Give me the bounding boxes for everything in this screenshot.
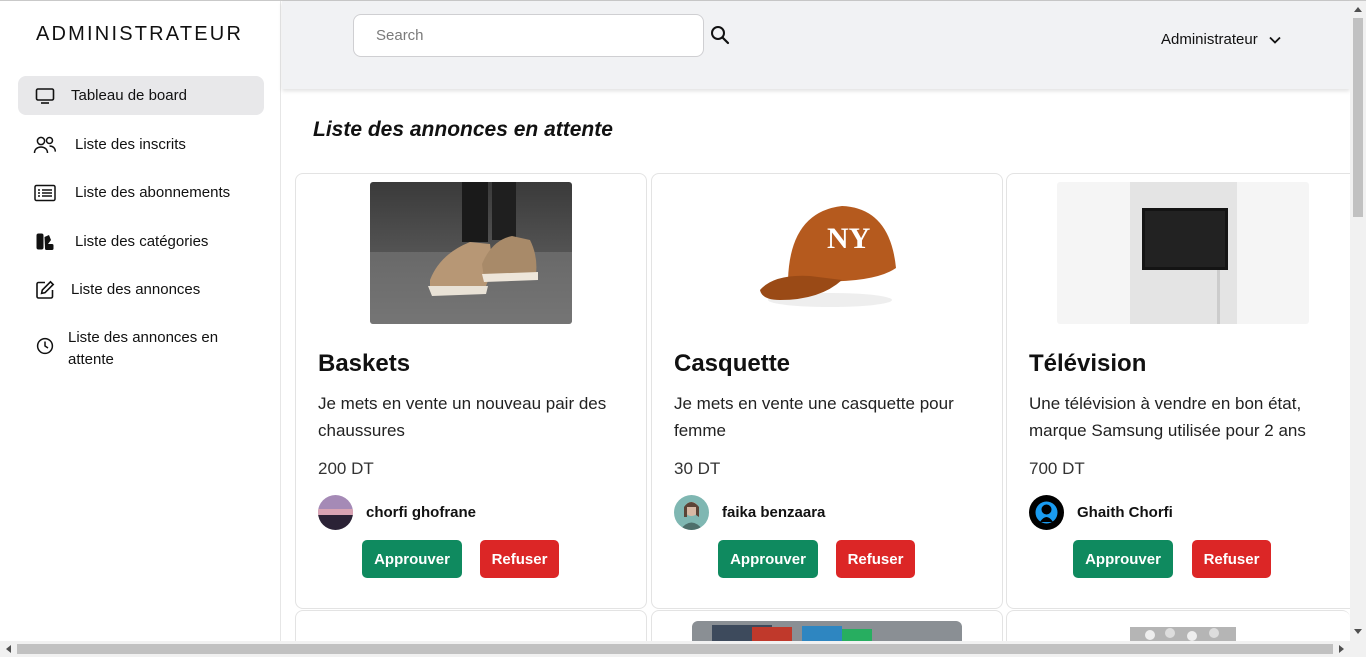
users-icon [33, 133, 57, 157]
seller-info: Ghaith Chorfi [1029, 495, 1173, 530]
svg-text:NY: NY [827, 222, 871, 255]
sidebar-item-label: Tableau de board [71, 86, 187, 104]
monitor-icon [33, 84, 57, 108]
scroll-down-icon[interactable] [1350, 624, 1366, 640]
sidebar-item-annonces[interactable]: Liste des annonces [18, 278, 264, 302]
sidebar-item-label: Liste des inscrits [75, 136, 186, 153]
card-title: Télévision [1029, 350, 1147, 377]
card-title: Baskets [318, 350, 411, 377]
card-description: Une télévision à vendre en bon état, mar… [1029, 394, 1306, 440]
sidebar-item-label: Liste des annonces [71, 281, 201, 298]
scroll-right-icon[interactable] [1334, 641, 1350, 657]
refuse-button[interactable]: Refuser [1192, 540, 1271, 578]
approve-button[interactable]: Approuver [1073, 540, 1173, 578]
approve-button[interactable]: Approuver [362, 540, 462, 578]
seller-info: faika benzaara [674, 495, 825, 530]
sidebar-item-label: Liste des catégories [75, 233, 209, 250]
brand-title: ADMINISTRATEUR [36, 23, 244, 45]
approve-button[interactable]: Approuver [718, 540, 818, 578]
search-input[interactable] [353, 14, 704, 57]
sidebar-item-label: Liste des abonnements [75, 184, 231, 201]
horizontal-scrollbar[interactable] [0, 641, 1366, 657]
sidebar-item-annonces-attente[interactable]: Liste des annonces en attente [18, 327, 264, 371]
refuse-button[interactable]: Refuser [836, 540, 915, 578]
sidebar-item-dashboard[interactable]: Tableau de board [18, 76, 264, 115]
sidebar-item-abonnements[interactable]: Liste des abonnements [18, 181, 264, 205]
card-title: Casquette [674, 350, 791, 377]
card-description: Je mets en vente un nouveau pair des cha… [318, 394, 607, 440]
product-image [370, 182, 572, 324]
avatar [1029, 495, 1064, 530]
card-description: Je mets en vente une casquette pour femm… [674, 394, 954, 440]
avatar [318, 495, 353, 530]
card-price: 700 DT [1029, 459, 1085, 478]
seller-name: faika benzaara [722, 504, 826, 521]
top-header: Administrateur [282, 1, 1350, 89]
listing-card: NY Casquette Je mets en vente une casque… [651, 173, 1003, 609]
edit-icon [33, 278, 57, 302]
listing-card: Baskets Je mets en vente un nouveau pair… [295, 173, 647, 609]
chevron-down-icon [1268, 33, 1282, 47]
user-menu[interactable]: Administrateur [1161, 31, 1282, 48]
product-image: NY [750, 182, 910, 324]
search-icon[interactable] [710, 25, 732, 47]
horizontal-scroll-thumb[interactable] [17, 644, 1333, 654]
seller-info: chorfi ghofrane [318, 495, 476, 530]
category-icon [33, 230, 57, 254]
seller-name: chorfi ghofrane [366, 504, 477, 521]
seller-name: Ghaith Chorfi [1077, 504, 1173, 521]
page-title: Liste des annonces en attente [313, 118, 613, 141]
clock-icon [33, 334, 57, 358]
product-image [1057, 182, 1309, 324]
card-price: 200 DT [318, 459, 374, 478]
scroll-left-icon[interactable] [0, 641, 16, 657]
sidebar-item-categories[interactable]: Liste des catégories [18, 230, 264, 254]
listing-card: Télévision Une télévision à vendre en bo… [1006, 173, 1350, 609]
refuse-button[interactable]: Refuser [480, 540, 559, 578]
sidebar: ADMINISTRATEUR Tableau de board Liste de… [0, 1, 281, 642]
list-icon [33, 181, 57, 205]
sidebar-item-label: Liste des annonces en attente [68, 329, 219, 368]
sidebar-item-inscrits[interactable]: Liste des inscrits [18, 133, 264, 157]
avatar [674, 495, 709, 530]
vertical-scrollbar[interactable] [1350, 1, 1366, 642]
scroll-up-icon[interactable] [1350, 1, 1366, 17]
card-price: 30 DT [674, 459, 721, 478]
user-menu-label: Administrateur [1161, 31, 1258, 48]
vertical-scroll-thumb[interactable] [1353, 18, 1363, 217]
